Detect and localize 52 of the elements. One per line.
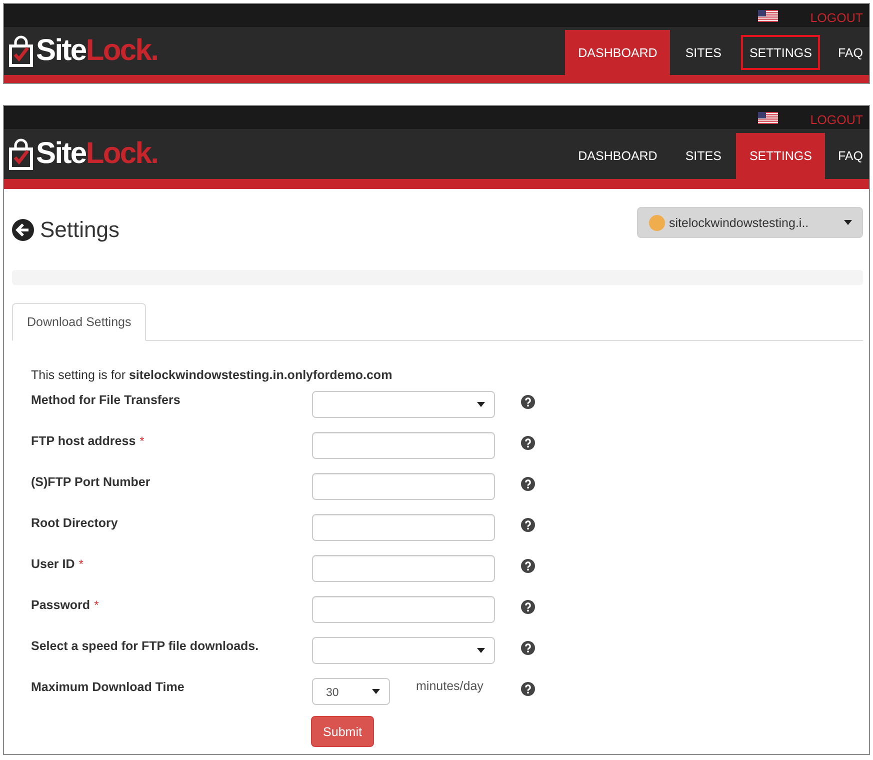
field-label: FTP host address bbox=[31, 433, 136, 449]
required-mark: * bbox=[140, 434, 144, 448]
text-input[interactable] bbox=[312, 596, 495, 623]
nav-tab[interactable]: SETTINGS bbox=[736, 30, 825, 75]
field-label: Method for File Transfers bbox=[31, 392, 180, 408]
dropdown-field[interactable] bbox=[312, 637, 495, 664]
text-input[interactable] bbox=[312, 555, 495, 582]
us-flag-icon[interactable] bbox=[758, 10, 778, 22]
logo-wordmark: SiteLock. bbox=[36, 137, 158, 171]
status-dot-icon bbox=[649, 214, 665, 230]
nav-tab[interactable]: SITES bbox=[670, 133, 736, 179]
field-label: Root Directory bbox=[31, 515, 118, 531]
help-icon[interactable] bbox=[521, 477, 535, 491]
nav-tab[interactable]: DASHBOARD bbox=[565, 133, 670, 179]
nav-tab[interactable]: DASHBOARD bbox=[565, 30, 670, 75]
help-icon[interactable] bbox=[521, 559, 535, 573]
field-label: Maximum Download Time bbox=[31, 679, 184, 695]
caret-icon bbox=[477, 402, 485, 407]
page-title: Settings bbox=[40, 216, 120, 242]
caret-icon bbox=[477, 648, 485, 653]
required-mark: * bbox=[94, 598, 99, 612]
required-mark: * bbox=[78, 557, 84, 571]
nav-tab[interactable]: SETTINGS bbox=[736, 133, 825, 179]
field-label: Password bbox=[31, 597, 90, 613]
field-label: (S)FTP Port Number bbox=[31, 474, 150, 490]
padlock-check-icon bbox=[9, 35, 33, 67]
text-input[interactable] bbox=[312, 514, 495, 541]
field-label: User ID bbox=[31, 556, 75, 572]
text-input[interactable] bbox=[312, 432, 495, 459]
caret-icon bbox=[844, 220, 852, 225]
unit-label: minutes/day bbox=[416, 679, 484, 693]
intro-text: This setting is for sitelockwindowstesting.in.onlyfordemo.com bbox=[31, 367, 394, 383]
dropdown-field[interactable] bbox=[312, 391, 495, 418]
nav-tab[interactable]: FAQ bbox=[824, 133, 869, 179]
site-selector[interactable]: sitelockwindowstesting.i.. bbox=[637, 207, 863, 238]
tab[interactable]: Download Settings bbox=[12, 303, 146, 341]
help-icon[interactable] bbox=[521, 641, 535, 655]
help-icon[interactable] bbox=[521, 436, 535, 450]
caret-icon bbox=[372, 689, 380, 694]
field-label: Select a speed for FTP file downloads. bbox=[31, 638, 259, 654]
us-flag-icon[interactable] bbox=[758, 112, 778, 124]
nav-tab[interactable]: SITES bbox=[670, 30, 736, 75]
submit-button[interactable]: Submit bbox=[311, 716, 374, 747]
padlock-check-icon bbox=[9, 138, 33, 170]
text-input[interactable] bbox=[312, 473, 495, 500]
help-icon[interactable] bbox=[521, 682, 535, 696]
help-icon[interactable] bbox=[521, 518, 535, 532]
help-icon[interactable] bbox=[521, 600, 535, 614]
help-icon[interactable] bbox=[521, 395, 535, 409]
dropdown-field[interactable]: 30 bbox=[312, 678, 390, 705]
logo-wordmark: SiteLock. bbox=[36, 34, 158, 68]
nav-tab[interactable]: FAQ bbox=[824, 30, 869, 75]
